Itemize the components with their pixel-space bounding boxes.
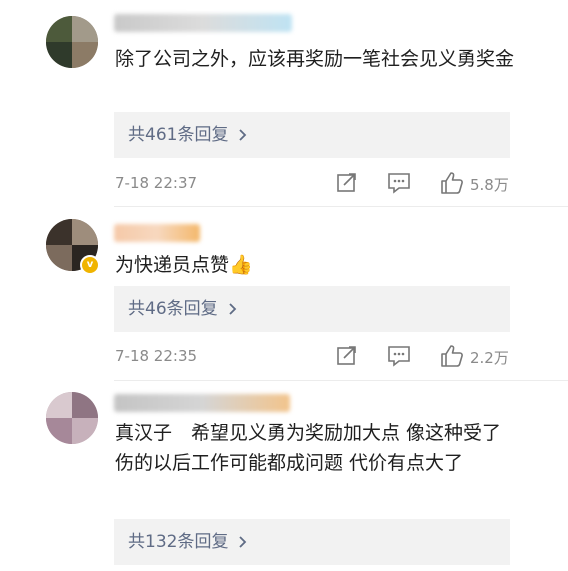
comment-timestamp: 7-18 22:37 (115, 174, 198, 192)
comment-text: 除了公司之外，应该再奖励一笔社会见义勇奖金 (115, 48, 515, 70)
chevron-right-icon (239, 536, 247, 548)
view-replies-link[interactable]: 共46条回复 (128, 286, 238, 332)
comment-text: 为快递员点赞👍 (115, 254, 253, 276)
username-blurred[interactable] (114, 224, 200, 242)
thumbs-up-icon[interactable] (440, 171, 464, 195)
chevron-right-icon (239, 129, 247, 141)
view-replies-link[interactable]: 共132条回复 (128, 519, 248, 565)
comment-text: 真汉子 希望见义勇为奖励加大点 像这种受了伤的以后工作可能都成问题 代价有点大了 (115, 422, 502, 474)
comment-item: 真汉子 希望见义勇为奖励加大点 像这种受了伤的以后工作可能都成问题 代价有点大了… (0, 380, 568, 571)
chevron-right-icon (229, 303, 236, 315)
reply-count-label: 共46条回复 (128, 299, 218, 319)
reply-box[interactable]: 共46条回复 (114, 286, 510, 332)
share-icon[interactable] (336, 172, 358, 194)
avatar[interactable] (46, 392, 98, 444)
comment-item: 除了公司之外，应该再奖励一笔社会见义勇奖金 共461条回复 7-18 22:37… (0, 0, 568, 207)
username-blurred[interactable] (114, 14, 292, 32)
comment-icon[interactable] (387, 345, 411, 367)
avatar[interactable] (46, 16, 98, 68)
comment-timestamp: 7-18 22:35 (115, 347, 198, 365)
comment-icon[interactable] (387, 172, 411, 194)
like-count: 5.8万 (470, 176, 509, 194)
verified-badge-icon: v (80, 255, 100, 275)
comment-item: v 为快递员点赞👍 共46条回复 7-18 22:35 2.2万 (0, 206, 568, 381)
username-blurred[interactable] (114, 394, 290, 412)
reply-count-label: 共132条回复 (128, 532, 229, 552)
view-replies-link[interactable]: 共461条回复 (128, 112, 248, 158)
thumbs-up-icon[interactable] (440, 344, 464, 368)
reply-box[interactable]: 共461条回复 (114, 112, 510, 158)
like-count: 2.2万 (470, 349, 509, 367)
reply-box[interactable]: 共132条回复 (114, 519, 510, 565)
share-icon[interactable] (336, 345, 358, 367)
reply-count-label: 共461条回复 (128, 125, 229, 145)
